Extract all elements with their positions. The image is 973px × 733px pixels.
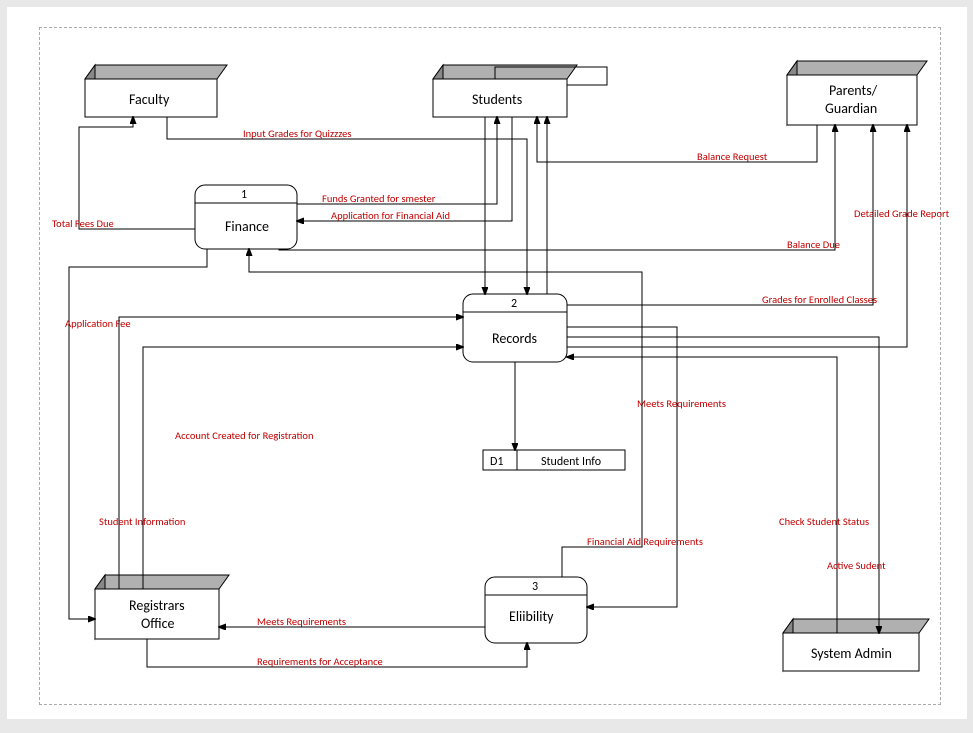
flow-total-fees: Total Fees Due — [52, 217, 114, 230]
registrars-label1: Registrars — [129, 597, 185, 614]
flow-grades-enrolled: Grades for Enrolled Classes — [762, 293, 877, 306]
flow-app-finaid: Application for Financial Aid — [331, 209, 450, 222]
students-label: Students — [472, 91, 522, 108]
p3-name: Eliibility — [509, 608, 554, 625]
registrars-label2: Office — [141, 615, 174, 632]
flow-student-info: Student Information — [99, 515, 185, 528]
flow-meets-req: Meets Requirements — [637, 397, 726, 410]
flow-funds-granted: Funds Granted for smester — [322, 192, 436, 205]
entity-students: Students — [433, 65, 577, 117]
parents-label2: Guardian — [825, 100, 877, 117]
sysadmin-label: System Admin — [811, 645, 892, 662]
flow-balance-due: Balance Due — [787, 238, 840, 251]
p1-num: 1 — [241, 188, 247, 202]
p2-num: 2 — [511, 297, 517, 311]
flow-req-acceptance: Requirements for Acceptance — [257, 655, 383, 668]
flow-detailed-grade: Detailed Grade Report — [854, 207, 950, 220]
p2-name: Records — [492, 330, 537, 347]
datastore-d1: D1 Student Info — [483, 450, 625, 470]
page: Faculty Students Parents/ Guardian Regis… — [7, 7, 967, 719]
flow-account-created: Account Created for Registration — [175, 429, 313, 442]
entity-faculty: Faculty — [85, 65, 227, 117]
process-records: 2 Records — [463, 294, 567, 362]
d1-id: D1 — [490, 455, 503, 469]
p1-name: Finance — [225, 218, 269, 235]
entity-parents: Parents/ Guardian — [787, 61, 927, 125]
flow-finaid-req: Financial Aid Requirements — [587, 535, 703, 548]
flow-check-status: Check Student Status — [779, 515, 869, 528]
process-finance: 1 Finance — [195, 185, 297, 249]
d1-name: Student Info — [541, 455, 601, 469]
dfd-diagram: Faculty Students Parents/ Guardian Regis… — [7, 7, 967, 719]
flow-application-fee: Application Fee — [65, 317, 131, 330]
faculty-label: Faculty — [129, 91, 170, 108]
flow-active-student: Active Sudent — [827, 559, 886, 572]
flow-balance-request: Balance Request — [697, 150, 768, 163]
parents-label1: Parents/ — [829, 82, 878, 99]
p3-num: 3 — [532, 580, 538, 594]
process-eligibility: 3 Eliibility — [485, 577, 587, 643]
flow-input-grades: Input Grades for Quizzzes — [243, 127, 352, 140]
entity-sysadmin: System Admin — [783, 619, 929, 671]
entity-registrars: Registrars Office — [95, 575, 229, 639]
flow-meets-req2: Meets Requirements — [257, 615, 346, 628]
